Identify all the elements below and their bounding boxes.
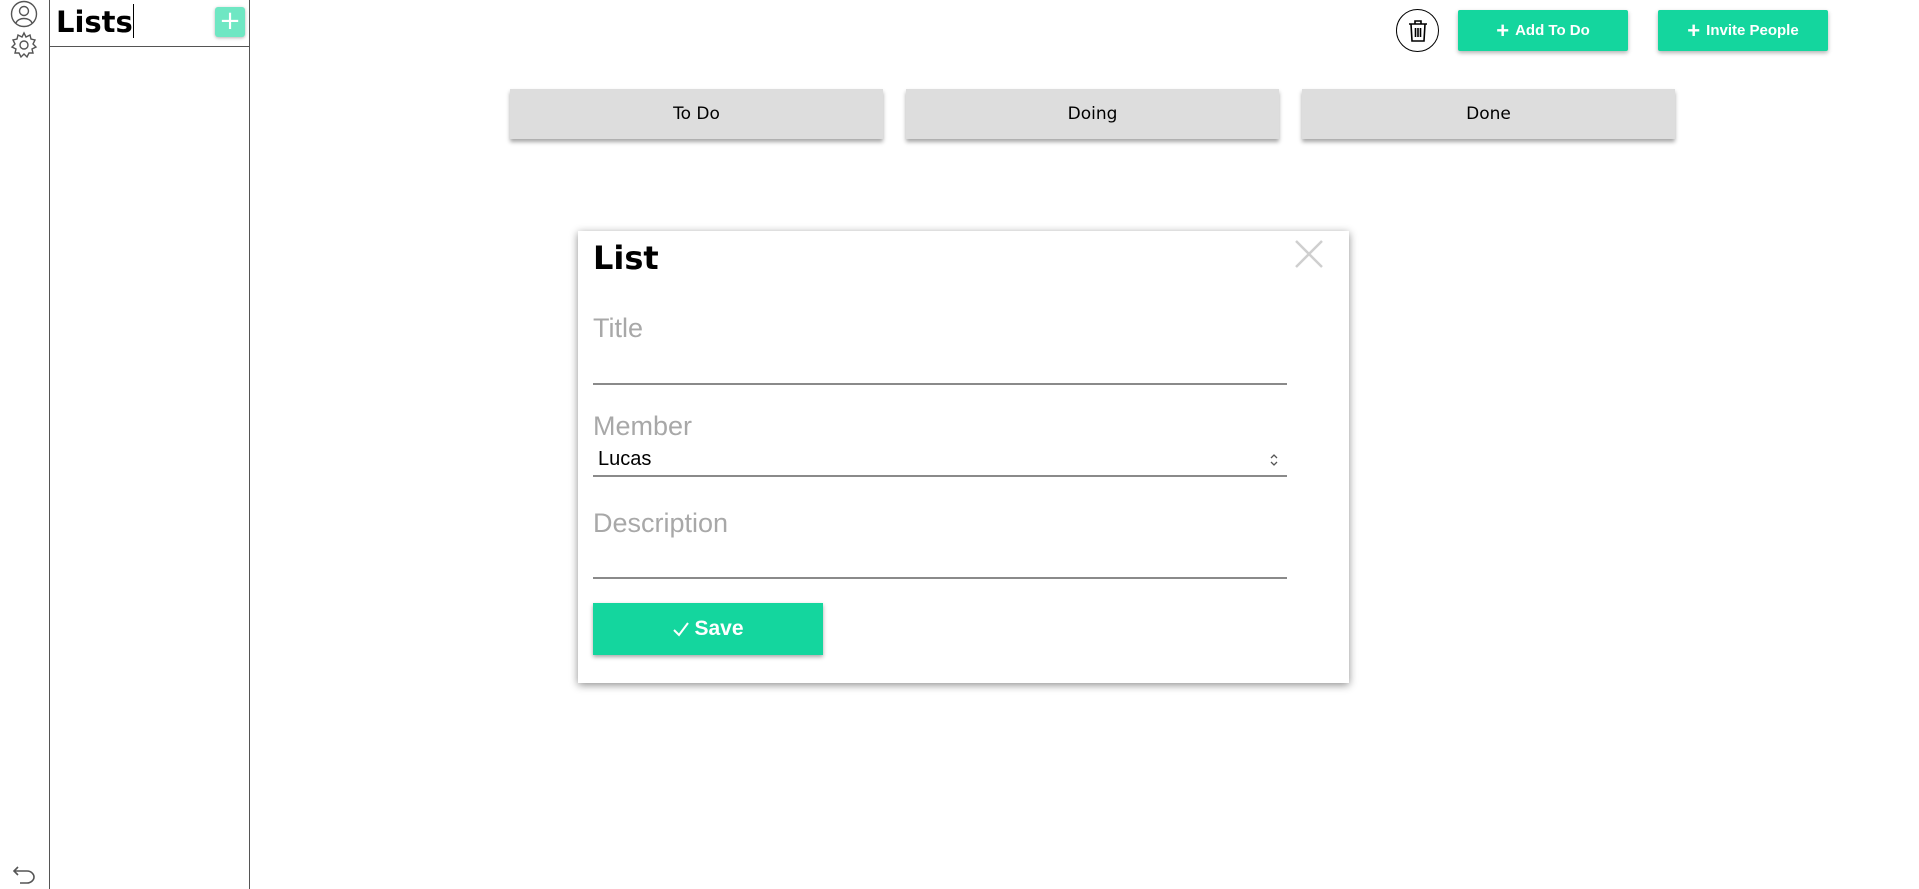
chevron-updown-icon [1270,454,1278,466]
plus-icon: + [1687,17,1701,43]
modal-title: List [593,239,659,277]
save-label: Save [694,617,744,640]
save-button[interactable]: Save [593,603,823,655]
check-icon [673,622,690,637]
lists-header: Lists + [50,0,249,47]
description-input[interactable] [593,545,1287,579]
member-select[interactable]: Lucas [593,447,1287,477]
lists-title[interactable]: Lists [56,4,134,40]
tab-doing[interactable]: Doing [906,89,1279,139]
add-todo-label: Add To Do [1515,22,1590,39]
close-icon[interactable] [1292,237,1326,271]
invite-people-label: Invite People [1706,22,1799,39]
title-label: Title [593,313,644,343]
lists-sidebar: Lists + [49,0,250,889]
delete-list-button[interactable] [1396,9,1439,52]
trash-icon [1408,19,1427,42]
add-todo-button[interactable]: + Add To Do [1458,10,1628,51]
description-label: Description [593,508,729,538]
list-modal: List Title Member Lucas Description Save [578,231,1349,683]
member-selected-value: Lucas [598,448,652,470]
settings-icon[interactable] [10,31,38,59]
invite-people-button[interactable]: + Invite People [1658,10,1828,51]
tab-to-do[interactable]: To Do [510,89,883,139]
icon-rail [0,0,49,889]
user-icon[interactable] [10,0,38,28]
undo-icon[interactable] [10,859,38,887]
member-label: Member [593,411,693,441]
title-input[interactable] [593,351,1287,385]
add-list-button[interactable]: + [215,7,245,37]
plus-icon: + [1496,17,1510,43]
tab-done[interactable]: Done [1302,89,1675,139]
